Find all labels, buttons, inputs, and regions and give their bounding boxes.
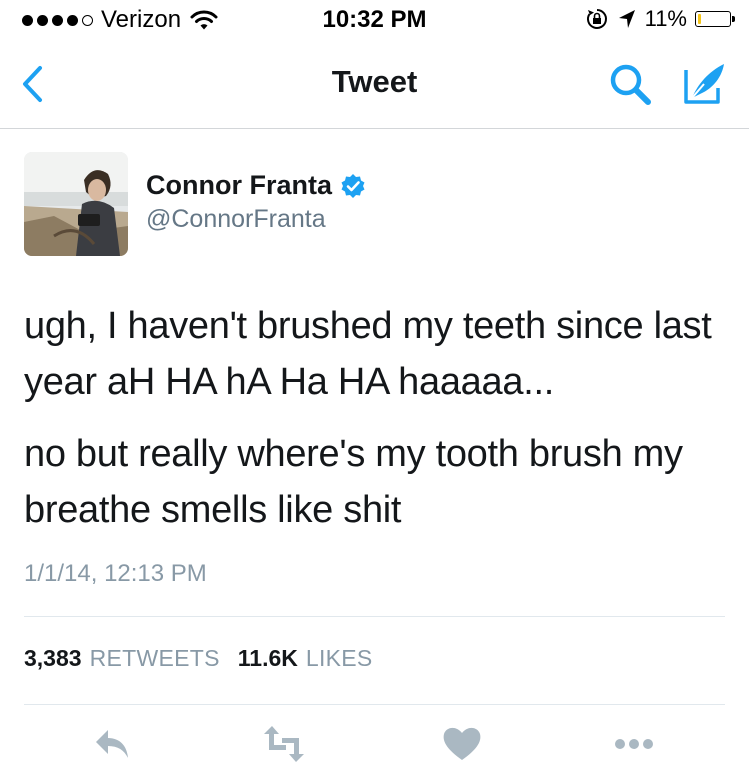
engagement-stats: 3,383 RETWEETS 11.6K LIKES bbox=[24, 645, 383, 672]
like-icon[interactable] bbox=[440, 724, 484, 764]
reply-icon[interactable] bbox=[90, 724, 134, 764]
tweet-text-paragraph-2: no but really where's my tooth brush my … bbox=[24, 433, 683, 531]
author-name[interactable]: Connor Franta bbox=[146, 170, 366, 201]
status-right: 11% bbox=[585, 6, 735, 32]
likes-label[interactable]: LIKES bbox=[306, 645, 373, 672]
compose-tweet-icon[interactable] bbox=[678, 58, 730, 110]
divider bbox=[24, 704, 725, 705]
retweets-label[interactable]: RETWEETS bbox=[90, 645, 220, 672]
divider bbox=[24, 616, 725, 617]
tweet-timestamp: 1/1/14, 12:13 PM bbox=[24, 560, 207, 587]
tweet-actions-bar bbox=[0, 724, 749, 764]
status-bar: Verizon 10:32 PM 11% bbox=[0, 0, 749, 40]
retweet-icon[interactable] bbox=[262, 724, 306, 764]
location-arrow-icon bbox=[618, 10, 635, 28]
author-handle[interactable]: @ConnorFranta bbox=[146, 205, 326, 234]
rotation-lock-icon bbox=[586, 9, 607, 29]
author-name-text: Connor Franta bbox=[146, 170, 332, 200]
avatar-photo bbox=[24, 152, 128, 256]
navigation-bar: Tweet bbox=[0, 40, 749, 129]
verified-badge-icon bbox=[341, 173, 365, 198]
likes-count[interactable]: 11.6K bbox=[238, 645, 298, 672]
retweets-count[interactable]: 3,383 bbox=[24, 645, 82, 672]
author-avatar[interactable] bbox=[24, 152, 128, 256]
more-icon[interactable] bbox=[612, 724, 656, 764]
battery-level bbox=[698, 14, 701, 24]
tweet-text-paragraph-1: ugh, I haven't brushed my teeth since la… bbox=[24, 305, 712, 403]
search-icon[interactable] bbox=[606, 60, 656, 110]
battery-percent: 11% bbox=[644, 6, 687, 31]
battery-icon bbox=[695, 11, 735, 27]
